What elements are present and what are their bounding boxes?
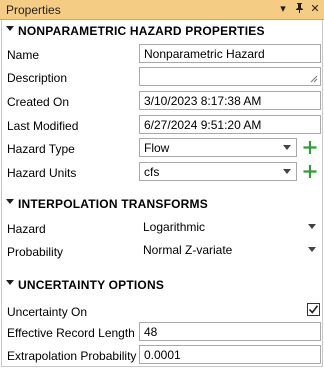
row-effective-record-length: Effective Record Length 48 [2, 320, 322, 344]
row-last-modified: Last Modified 6/27/2024 9:51:20 AM [2, 113, 322, 137]
window-title: Properties [6, 3, 61, 17]
section-title: NONPARAMETRIC HAZARD PROPERTIES [18, 24, 265, 38]
section-header-uncertainty[interactable]: UNCERTAINTY OPTIONS [2, 275, 322, 295]
chevron-down-icon [283, 169, 291, 174]
section-header-nonparametric[interactable]: NONPARAMETRIC HAZARD PROPERTIES [2, 21, 322, 41]
chevron-down-icon [308, 247, 316, 252]
description-field[interactable] [139, 67, 321, 86]
section-title: UNCERTAINTY OPTIONS [18, 278, 165, 292]
row-hazard-transform: Hazard Logarithmic [2, 216, 322, 240]
description-label: Description [7, 71, 68, 85]
hazard-units-label: Hazard Units [7, 166, 77, 180]
row-extrapolation-probability: Extrapolation Probability 0.0001 [2, 343, 322, 367]
hazard-transform-select[interactable]: Logarithmic [139, 218, 321, 237]
uncertainty-on-checkbox[interactable] [307, 303, 320, 316]
checkmark-icon [308, 305, 319, 314]
collapse-icon[interactable] [6, 26, 14, 31]
title-bar: Properties ▾ ✕ [0, 0, 324, 20]
extrapolation-probability-label: Extrapolation Probability [7, 349, 137, 363]
created-on-field[interactable]: 3/10/2023 8:17:38 AM [139, 91, 321, 110]
hazard-type-select[interactable]: Flow [139, 138, 297, 157]
effective-record-length-field[interactable]: 48 [139, 322, 321, 341]
probability-transform-select[interactable]: Normal Z-variate [139, 241, 321, 260]
last-modified-label: Last Modified [7, 119, 79, 133]
hazard-transform-label: Hazard [7, 222, 46, 236]
row-description: Description [2, 65, 322, 89]
name-field[interactable]: Nonparametric Hazard [139, 44, 321, 63]
hazard-units-select[interactable]: cfs [139, 162, 297, 181]
properties-panel: NONPARAMETRIC HAZARD PROPERTIES Name Non… [1, 20, 323, 367]
collapse-icon[interactable] [6, 199, 14, 204]
uncertainty-on-label: Uncertainty On [7, 305, 88, 319]
resize-grip-icon[interactable] [310, 75, 318, 83]
hazard-type-label: Hazard Type [7, 142, 75, 156]
add-hazard-units-button[interactable] [301, 162, 319, 181]
section-title: INTERPOLATION TRANSFORMS [18, 197, 208, 211]
effective-record-length-label: Effective Record Length [7, 326, 135, 340]
created-on-label: Created On [7, 95, 70, 109]
dropdown-icon[interactable]: ▾ [278, 2, 288, 16]
chevron-down-icon [283, 145, 291, 150]
chevron-down-icon [308, 224, 316, 229]
extrapolation-probability-field[interactable]: 0.0001 [139, 345, 321, 364]
row-probability-transform: Probability Normal Z-variate [2, 239, 322, 263]
row-name: Name Nonparametric Hazard [2, 42, 322, 66]
collapse-icon[interactable] [6, 280, 14, 285]
pin-icon[interactable] [294, 2, 304, 16]
name-label: Name [7, 48, 40, 62]
section-header-interpolation[interactable]: INTERPOLATION TRANSFORMS [2, 194, 322, 214]
close-icon[interactable]: ✕ [310, 2, 320, 16]
last-modified-field[interactable]: 6/27/2024 9:51:20 AM [139, 115, 321, 134]
add-hazard-type-button[interactable] [301, 138, 319, 157]
probability-transform-label: Probability [7, 245, 64, 259]
row-created-on: Created On 3/10/2023 8:17:38 AM [2, 89, 322, 113]
row-hazard-units: Hazard Units cfs [2, 160, 322, 184]
row-hazard-type: Hazard Type Flow [2, 136, 322, 160]
